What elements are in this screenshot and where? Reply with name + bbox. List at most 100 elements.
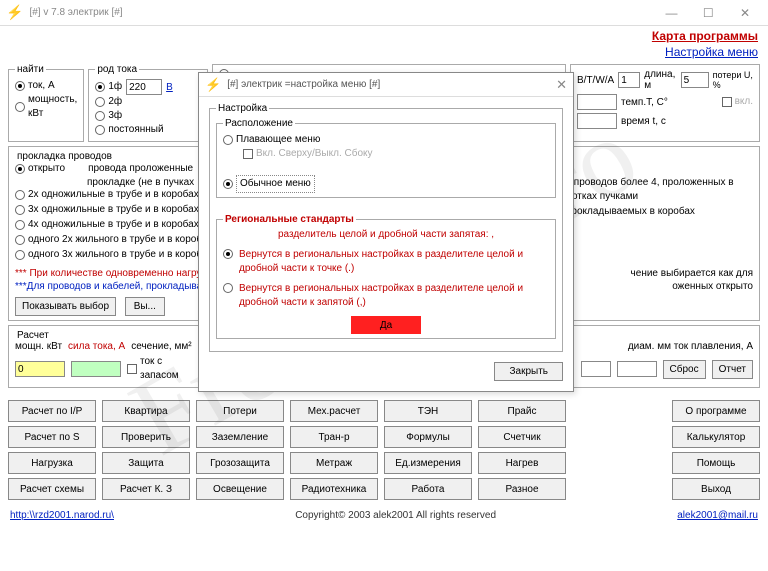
radio-separator-comma[interactable]: Вернутся в региональных настройках в раз…: [223, 282, 549, 310]
show-selection-button[interactable]: Показывать выбор: [15, 297, 116, 316]
lbl-diam: диам. мм ток плавления, А: [628, 341, 753, 352]
footer-email[interactable]: alek2001@mail.ru: [677, 510, 758, 521]
voltage-input[interactable]: [126, 79, 162, 95]
btn-kz[interactable]: Расчет К. З: [102, 478, 190, 500]
radio-current-a[interactable]: ток, A: [15, 79, 77, 93]
maximize-button[interactable]: ☐: [691, 6, 725, 20]
btn-scheme[interactable]: Расчет схемы: [8, 478, 96, 500]
close-button[interactable]: ✕: [728, 6, 762, 20]
voltage-unit[interactable]: В: [166, 82, 173, 93]
power-input[interactable]: [15, 361, 65, 377]
dlg-regional-legend: Региональные стандарты: [223, 214, 356, 225]
btn-about[interactable]: О программе: [672, 400, 760, 422]
fieldset-right-params: B/T/W/A длина, м потери U, % темп.T, C° …: [570, 64, 760, 142]
window-title: [#] v 7.8 электрик [#]: [29, 7, 654, 18]
temp-input[interactable]: [577, 94, 617, 110]
yes-button[interactable]: Да: [351, 316, 421, 334]
link-menu-settings[interactable]: Настройка меню: [10, 44, 758, 60]
btn-length[interactable]: Метраж: [290, 452, 378, 474]
reset-button[interactable]: Сброс: [663, 360, 706, 379]
radio-power-kw[interactable]: мощность, кВт: [15, 93, 77, 121]
btn-calc-ip[interactable]: Расчет по I/P: [8, 400, 96, 422]
btn-trans[interactable]: Тран-р: [290, 426, 378, 448]
btn-calc-s[interactable]: Расчет по S: [8, 426, 96, 448]
btn-ground[interactable]: Заземление: [196, 426, 284, 448]
dialog-titlebar: ⚡ [#] электрик =настройка меню [#] ✕: [199, 73, 573, 97]
radio-dc[interactable]: постоянный: [95, 123, 201, 137]
dialog-title: [#] электрик =настройка меню [#]: [227, 79, 556, 90]
btn-apartment[interactable]: Квартира: [102, 400, 190, 422]
footer-copyright: Copyright© 2003 alek2001 All rights rese…: [295, 510, 496, 521]
btn-calc2[interactable]: Калькулятор: [672, 426, 760, 448]
radio-floating-menu[interactable]: Плавающее меню: [223, 133, 549, 147]
find-legend: найти: [15, 64, 46, 75]
radio-separator-dot[interactable]: Вернутся в региональных настройках в раз…: [223, 248, 549, 276]
lbl-power: мощн. кВт: [15, 341, 62, 352]
fieldset-current-type: род тока 1ф В 2ф 3ф постоянный: [88, 64, 208, 142]
btn-light[interactable]: Освещение: [196, 478, 284, 500]
radio-normal-menu[interactable]: Обычное меню: [223, 175, 549, 193]
btn-units[interactable]: Ед.измерения: [384, 452, 472, 474]
radio-2ph[interactable]: 2ф: [95, 95, 201, 109]
calc-legend: Расчет: [15, 330, 51, 341]
btn-vy[interactable]: Вы...: [125, 297, 165, 316]
dlg-layout-legend: Расположение: [223, 118, 295, 129]
dialog-close-icon[interactable]: ✕: [556, 77, 567, 93]
radio-1ph[interactable]: 1ф: [95, 80, 122, 94]
temp-label: темп.T, C°: [621, 97, 668, 108]
check-margin[interactable]: ток с запасом: [127, 355, 203, 383]
fieldset-layout: Расположение Плавающее меню Вкл. Сверху/…: [216, 118, 556, 198]
fieldset-find: найти ток, A мощность, кВт: [8, 64, 84, 142]
btn-radio[interactable]: Радиотехника: [290, 478, 378, 500]
regional-subtitle: разделитель целой и дробной части запята…: [223, 229, 549, 240]
btn-meter[interactable]: Счетчик: [478, 426, 566, 448]
btn-lightning[interactable]: Грозозащита: [196, 452, 284, 474]
btn-load[interactable]: Нагрузка: [8, 452, 96, 474]
btn-help[interactable]: Помощь: [672, 452, 760, 474]
btn-ten[interactable]: ТЭН: [384, 400, 472, 422]
time-label: время t, с: [621, 116, 666, 127]
bolt-icon: ⚡: [6, 4, 23, 21]
length-label: длина, м: [644, 69, 676, 91]
btn-exit[interactable]: Выход: [672, 478, 760, 500]
lbl-current-red: сила тока, А: [68, 341, 125, 352]
btn-work[interactable]: Работа: [384, 478, 472, 500]
bolt-icon: ⚡: [205, 77, 221, 93]
btn-check[interactable]: Проверить: [102, 426, 190, 448]
btwa-label: B/T/W/A: [577, 75, 614, 86]
btn-losses[interactable]: Потери: [196, 400, 284, 422]
melt-input[interactable]: [617, 361, 657, 377]
btn-misc[interactable]: Разное: [478, 478, 566, 500]
select-5[interactable]: [681, 72, 709, 88]
note2-blue: ***Для проводов и кабелей, прокладываемы…: [15, 281, 227, 292]
footer: http:\\rzd2001.narod.ru\ Copyright© 2003…: [0, 506, 768, 527]
lbl-section: сечение, мм²: [131, 341, 191, 352]
radio-3ph[interactable]: 3ф: [95, 109, 201, 123]
btn-price[interactable]: Прайс: [478, 400, 566, 422]
footer-url[interactable]: http:\\rzd2001.narod.ru\: [10, 510, 114, 521]
radio-r2[interactable]: прокладываемых в коробах: [553, 205, 753, 219]
report-button[interactable]: Отчет: [712, 360, 753, 379]
btn-heat[interactable]: Нагрев: [478, 452, 566, 474]
btn-formula[interactable]: Формулы: [384, 426, 472, 448]
dlg-settings-legend: Настройка: [216, 103, 269, 114]
btn-protect[interactable]: Защита: [102, 452, 190, 474]
button-grid: Расчет по I/P Квартира Потери Мех.расчет…: [8, 394, 760, 506]
dialog-close-button[interactable]: Закрыть: [494, 362, 563, 381]
loss-label: потери U, %: [713, 70, 753, 90]
minimize-button[interactable]: —: [654, 6, 688, 20]
diam-input[interactable]: [581, 361, 611, 377]
check-incl[interactable]: вкл.: [722, 95, 753, 109]
radio-r1[interactable]: х проводов более 4, проложенных в лотках…: [553, 176, 753, 204]
fieldset-settings: Настройка Расположение Плавающее меню Вк…: [209, 103, 563, 352]
wiring-legend: прокладка проводов: [15, 151, 114, 162]
fieldset-regional: Региональные стандарты разделитель целой…: [216, 214, 556, 339]
current-legend: род тока: [95, 64, 139, 75]
settings-dialog: ⚡ [#] электрик =настройка меню [#] ✕ Нас…: [198, 72, 574, 392]
link-program-map[interactable]: Карта программы: [10, 28, 758, 44]
window-titlebar: ⚡ [#] v 7.8 электрик [#] — ☐ ✕: [0, 0, 768, 26]
top-links: Карта программы Настройка меню: [0, 26, 768, 60]
btn-mech[interactable]: Мех.расчет: [290, 400, 378, 422]
length-input[interactable]: [618, 72, 640, 88]
time-input[interactable]: [577, 113, 617, 129]
